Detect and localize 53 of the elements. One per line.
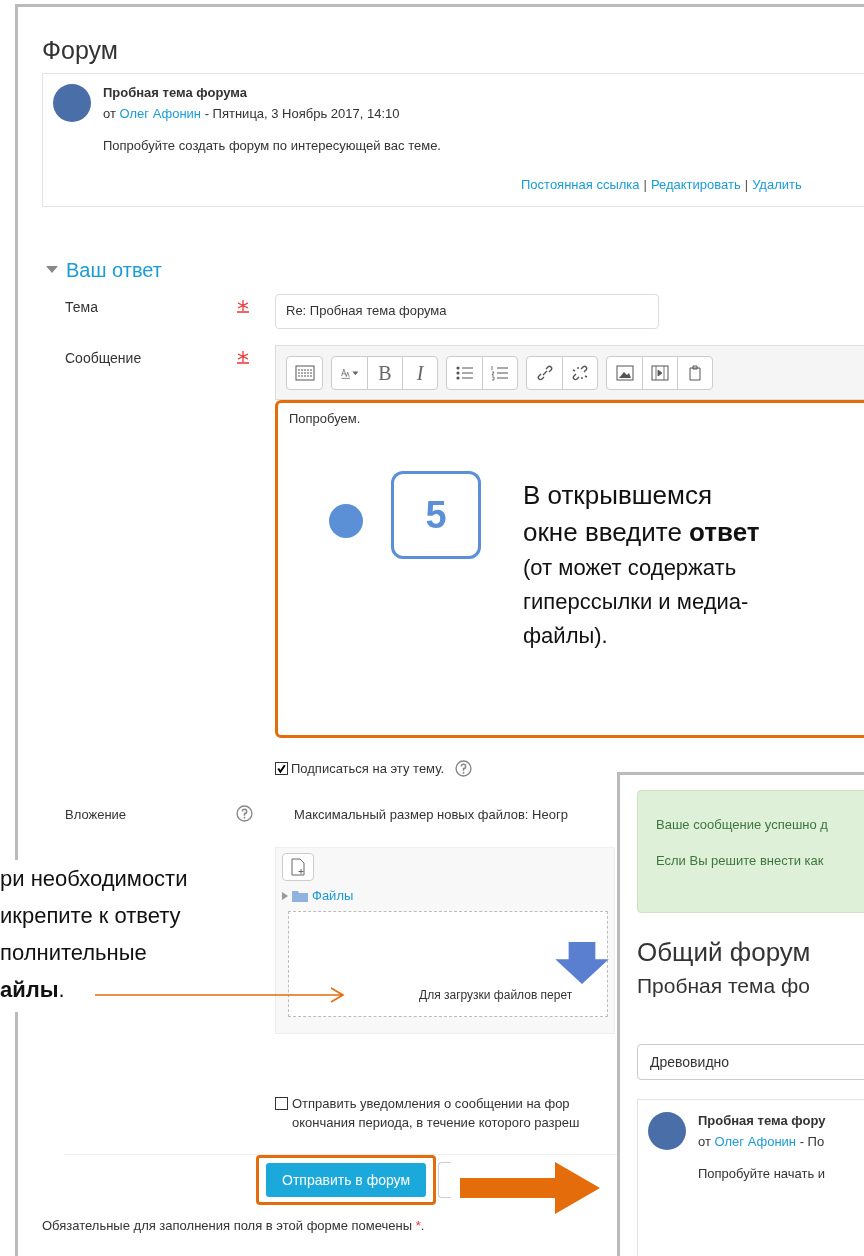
bullet-dot-icon (329, 504, 363, 538)
down-arrow-icon (555, 942, 609, 984)
step-number: 5 (391, 471, 481, 559)
post-subject: Пробная тема фору (698, 1113, 827, 1128)
help-icon[interactable] (236, 805, 253, 822)
subscribe-checkbox[interactable] (275, 762, 288, 775)
help-icon[interactable] (455, 760, 472, 777)
bold-button[interactable]: B (367, 357, 402, 389)
post-action-link[interactable]: Удалить (752, 177, 802, 192)
link-separator: | (643, 177, 647, 192)
message-editor[interactable]: Попробуем. 5 В открывшемся окне введите ответ (от может содержать гиперссылки и медиа-файлы). (275, 400, 864, 738)
italic-button[interactable]: I (402, 357, 437, 389)
required-note: Обязательные для заполнения поля в этой форме помечены *. (42, 1218, 426, 1233)
post-message: Попробуйте создать форум по интересующей вас теме. (103, 138, 442, 153)
folder-link[interactable]: Файлы (312, 888, 354, 903)
alert-text: Если Вы решите внести как (656, 853, 825, 868)
callout-note: (от может содержать гиперссылки и медиа-файлы). (523, 554, 750, 650)
notify-checkbox[interactable] (275, 1097, 288, 1110)
post-date: - Пятница, 3 Ноябрь 2017, 14:10 (204, 106, 400, 121)
subscribe-label: Подписаться на эту тему. (291, 761, 444, 776)
page-title: Форум (42, 35, 119, 65)
add-file-icon[interactable] (282, 853, 314, 881)
drop-hint: Для загрузки файлов перет (419, 988, 573, 1002)
post-action-link[interactable]: Постоянная ссылка (521, 177, 640, 192)
discussion-title: Пробная тема фо (637, 974, 811, 998)
post-action-link[interactable]: Редактировать (650, 177, 741, 192)
forum-title: Общий форум (637, 937, 812, 968)
drop-zone[interactable]: Для загрузки файлов перет (288, 911, 608, 1017)
field-label: Вложение (64, 807, 128, 824)
subject-input[interactable]: Re: Пробная тема форума (275, 294, 659, 329)
notify-label: Отправить уведомления о сообщении на фор окончания периода, в течение которого разреш (292, 1095, 580, 1132)
author-prefix: от (698, 1134, 711, 1149)
callout-text: В открывшемся окне введите ответ (523, 479, 761, 549)
expand-icon[interactable] (282, 891, 288, 900)
author-prefix: от (103, 106, 116, 121)
section-title[interactable]: Ваш ответ (66, 258, 162, 282)
avatar-icon (648, 1112, 686, 1150)
author-link[interactable]: Олег Афонин (714, 1134, 797, 1149)
field-label: Тема (64, 298, 99, 317)
max-size-text: Максимальный размер новых файлов: Неогр (293, 807, 568, 824)
submit-button[interactable]: Отправить в форум (266, 1163, 427, 1197)
avatar-icon (53, 84, 91, 122)
post-date: - По (799, 1134, 825, 1149)
folder-icon (292, 889, 308, 902)
caret-icon[interactable] (46, 266, 58, 274)
link-separator: | (744, 177, 749, 192)
message-text: Попробуем. (289, 411, 361, 426)
field-label: Сообщение (64, 349, 143, 368)
alert-text: Ваше сообщение успешно д (656, 817, 829, 832)
author-link[interactable]: Олег Афонин (119, 106, 202, 121)
post-subject: Пробная тема форума (103, 85, 248, 100)
display-mode-select[interactable]: Древовидно (637, 1044, 864, 1080)
post-message: Попробуйте начать и (698, 1166, 827, 1181)
